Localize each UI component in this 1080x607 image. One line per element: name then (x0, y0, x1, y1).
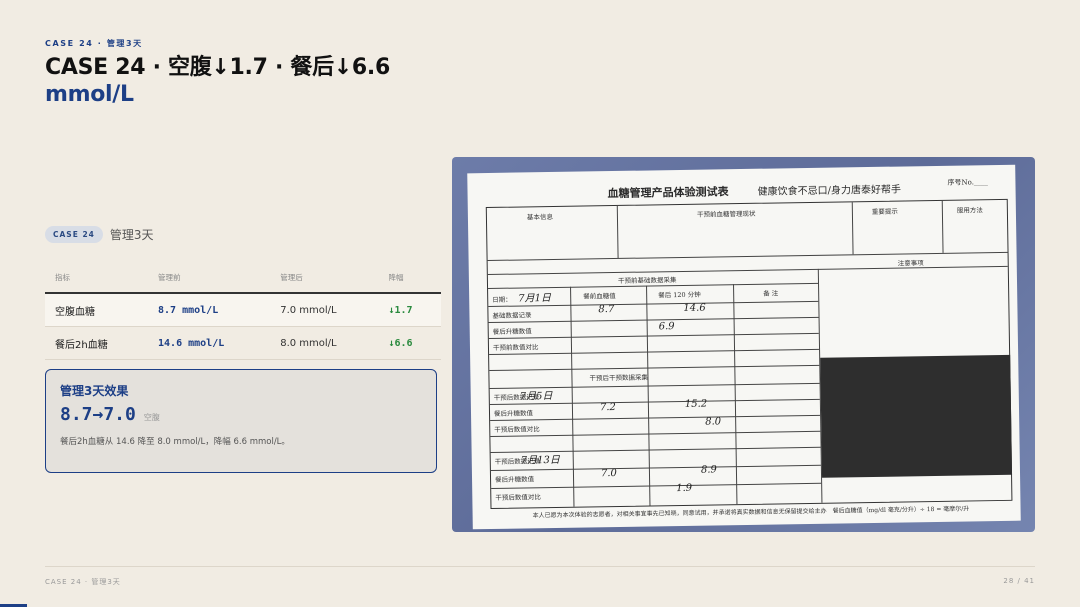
form-rule (491, 482, 822, 489)
form-section-label: 干预后干预数据采集 (589, 373, 649, 383)
page-title-main: CASE 24 · 空腹↓1.7 · 餐后↓6.6 (45, 55, 390, 80)
form-section-label: 干预前基础数据采集 (617, 276, 677, 285)
case-tag-text: 管理3天 (109, 228, 154, 242)
metric-drop: ↓1.7 (378, 293, 441, 327)
handwritten-date: 7月13日 (520, 454, 560, 467)
form-row-label: 餐后升糖数值 (494, 475, 535, 484)
form-chart-area (820, 354, 1013, 478)
form-title: 血糖管理产品体验测试表 (607, 185, 729, 201)
form-rule (488, 332, 819, 340)
form-rule (616, 205, 619, 258)
form-rule (487, 265, 1008, 276)
handwritten-value: 8.0 (705, 416, 722, 428)
form-col-label: 备 注 (763, 289, 779, 298)
result-card-value: 8.7→7.0 (60, 404, 136, 425)
handwritten-value: 8.9 (700, 464, 717, 476)
metric-before: 14.6 mmol/L (148, 326, 271, 360)
form-section-label: 重要提示 (871, 207, 898, 216)
form-photo: 血糖管理产品体验测试表 健康饮食不忌口/身力唐泰好帮手 序号No.____ 基本… (452, 157, 1035, 532)
metric-after: 7.0 mmol/L (270, 293, 379, 327)
result-card-value-row: 8.7→7.0 空腹 (60, 404, 422, 425)
case-pill: CASE 24 (45, 226, 103, 243)
form-row-label: 餐后升糖数值 (493, 409, 534, 418)
metric-before: 8.7 mmol/L (148, 293, 271, 327)
form-section-label: 干预前血糖管理现状 (696, 209, 756, 219)
metric-after: 8.0 mmol/L (270, 326, 379, 360)
metric-drop: ↓6.6 (378, 326, 441, 360)
form-rule (941, 200, 944, 253)
page-counter: 28 / 41 (1003, 577, 1035, 585)
form-section-label: 基本信息 (526, 212, 553, 222)
col-metric: 指标 (45, 266, 149, 294)
handwritten-value: 8.7 (598, 304, 615, 316)
col-before: 管理前 (148, 266, 271, 294)
form-section-label: 服用方法 (956, 206, 983, 215)
form-row-label: 餐后升糖数值 (492, 327, 532, 336)
metric-name: 餐后2h血糖 (45, 326, 149, 360)
footer-divider (45, 566, 1035, 567)
metrics-table: 指标 管理前 管理后 降幅 空腹血糖 8.7 mmol/L 7.0 mmol/L… (45, 266, 441, 360)
form-row-label: 干预后数值对比 (495, 493, 541, 502)
col-drop: 降幅 (378, 266, 441, 294)
handwritten-value: 1.9 (676, 482, 693, 495)
form-row-label: 基础数据记录 (492, 311, 532, 320)
table-row: 餐后2h血糖 14.6 mmol/L 8.0 mmol/L ↓6.6 (45, 326, 441, 360)
handwritten-value: 7.0 (600, 468, 617, 480)
handwritten-date: 7月1日 (518, 293, 552, 305)
handwritten-value: 7.2 (599, 402, 616, 414)
handwritten-date: 7月5日 (519, 391, 553, 403)
footer-section-label: CASE 24 · 管理3天 (45, 578, 121, 586)
metric-name: 空腹血糖 (45, 293, 149, 327)
form-col-label: 餐后 120 分钟 (658, 290, 701, 300)
table-row: 空腹血糖 8.7 mmol/L 7.0 mmol/L ↓1.7 (45, 293, 441, 327)
result-card: 管理3天效果 8.7→7.0 空腹 餐后2h血糖从 14.6 降至 8.0 mm… (45, 369, 437, 473)
form-rule (489, 364, 820, 372)
form-rule (487, 251, 1008, 262)
form-serial: 序号No.____ (947, 178, 988, 187)
page-title: CASE 24 · 空腹↓1.7 · 餐后↓6.6 mmol/L (45, 54, 465, 108)
handwritten-value: 14.6 (683, 302, 706, 314)
form-rule (488, 316, 819, 324)
form-row-label: 干预前数值对比 (492, 343, 539, 352)
form-col-label: 餐前血糖值 (583, 292, 616, 301)
form-row-label: 干预后数值对比 (494, 425, 540, 434)
form-slogan: 健康饮食不忌口/身力唐泰好帮手 (757, 184, 902, 198)
form-footer-text: 本人已愿为本次体验的志愿者，对相关事宜事先已知晓，同意试用，并承诺将真实数据和信… (532, 507, 827, 520)
form-paper: 血糖管理产品体验测试表 健康饮食不忌口/身力唐泰好帮手 序号No.____ 基本… (467, 164, 1021, 530)
handwritten-value: 6.9 (658, 321, 675, 333)
col-after: 管理后 (270, 266, 379, 294)
eyebrow: CASE 24 · 管理3天 (45, 39, 143, 48)
form-notes-title: 注意事项 (897, 259, 924, 268)
result-card-title: 管理3天效果 (60, 384, 129, 398)
handwritten-value: 15.2 (684, 398, 708, 410)
page-title-unit: mmol/L (45, 82, 134, 107)
table-header-row: 指标 管理前 管理后 降幅 (45, 266, 441, 294)
result-card-description: 餐后2h血糖从 14.6 降至 8.0 mmol/L，降幅 6.6 mmol/L… (60, 437, 290, 447)
form-footer-formula: 餐后血糖值（mg/dl 毫克/分升）÷ 18 = 毫摩尔/升 (832, 505, 970, 515)
form-rule (490, 414, 821, 421)
case-tag-row: CASE 24 管理3天 (45, 226, 154, 243)
form-row-label: 日期： (492, 295, 512, 304)
result-card-value-label: 空腹 (143, 413, 160, 422)
form-rule (851, 202, 854, 255)
